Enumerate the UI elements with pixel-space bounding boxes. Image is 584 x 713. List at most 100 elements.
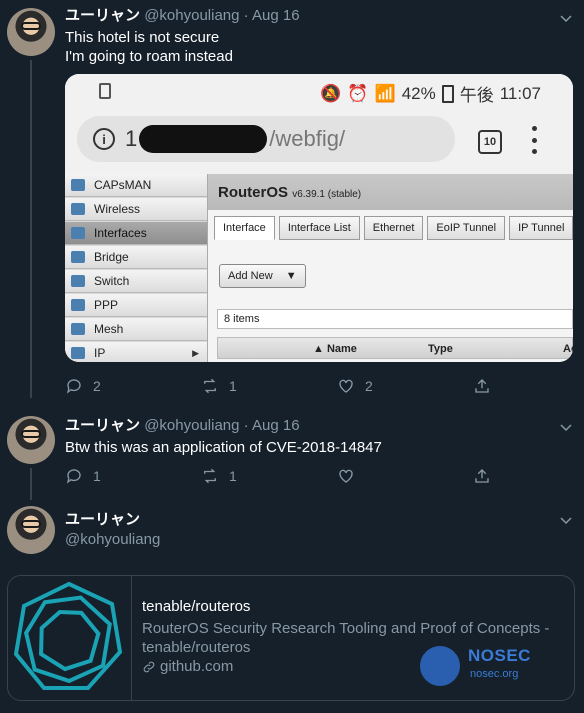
thread-line <box>30 468 32 500</box>
tweet-actions: 1 1 <box>65 467 584 485</box>
url-prefix: 1 <box>125 126 138 151</box>
retweet-icon <box>204 468 216 484</box>
battery-percent: 42% <box>401 83 436 103</box>
column-name[interactable]: ▲ Name <box>313 343 357 355</box>
wifi-icon: 📶 <box>374 83 396 103</box>
avatar[interactable] <box>7 416 55 464</box>
avatar[interactable] <box>7 506 55 554</box>
wireless-icon <box>71 203 85 215</box>
card-domain-text: github.com <box>160 658 234 675</box>
watermark-title: NOSEC <box>468 646 531 665</box>
sidebar-item-ppp[interactable]: PPP <box>65 294 207 317</box>
card-image <box>8 576 132 700</box>
retweet-icon <box>204 378 216 394</box>
capsman-icon <box>71 179 85 191</box>
battery-icon <box>441 84 454 103</box>
app-title: RouterOS <box>218 184 289 201</box>
share-button[interactable] <box>473 467 584 485</box>
screenshot-notification-icon <box>99 83 111 99</box>
tab-eoip-tunnel[interactable]: EoIP Tunnel <box>427 216 506 240</box>
browser-toolbar: i 1 /webfig/ 10 <box>65 108 573 174</box>
tweet-header: ユーリャン @kohyouliang · Aug 16 <box>65 6 300 26</box>
submenu-arrow-icon: ▶ <box>192 347 199 358</box>
bridge-icon <box>71 251 85 263</box>
tweet-text-line: This hotel is not secure <box>65 29 220 46</box>
display-name[interactable]: ユーリャン <box>65 7 140 24</box>
switch-icon <box>71 275 85 287</box>
routeros-header: RouterOS v6.39.1 (stable) <box>208 174 573 210</box>
more-menu-icon[interactable] <box>531 126 537 154</box>
sidebar-item-switch[interactable]: Switch <box>65 270 207 293</box>
retweet-count: 1 <box>229 468 237 484</box>
display-name[interactable]: ユーリャン <box>65 510 160 530</box>
sidebar-item-mesh[interactable]: Mesh <box>65 318 207 341</box>
sidebar-item-label: Mesh <box>94 322 124 336</box>
sidebar-item-interfaces[interactable]: Interfaces <box>65 222 207 245</box>
like-count: 2 <box>365 378 373 394</box>
column-actual[interactable]: Ac <box>563 343 573 355</box>
ppp-icon <box>71 299 85 311</box>
avatar[interactable] <box>7 8 55 56</box>
chevron-down-icon[interactable] <box>560 514 572 526</box>
redaction-block <box>139 125 268 153</box>
tweet-text: Btw this was an application of CVE-2018-… <box>65 439 382 456</box>
retweet-button[interactable]: 1 <box>201 377 337 395</box>
chevron-down-icon[interactable] <box>560 12 572 24</box>
card-title: tenable/routeros <box>142 598 251 615</box>
items-count: 8 items <box>217 309 573 329</box>
info-icon[interactable]: i <box>93 128 115 150</box>
interfaces-icon <box>71 227 85 239</box>
watermark-domain: nosec.org <box>470 668 519 680</box>
status-bar: 🔕 ⏰ 📶 42% 午後 11:07 <box>65 74 573 108</box>
sidebar-item-label: CAPsMAN <box>94 178 152 192</box>
time-prefix: 午後 <box>459 86 494 105</box>
address-bar[interactable]: i 1 /webfig/ <box>77 116 455 162</box>
card-domain: github.com <box>142 658 233 675</box>
reply-button[interactable]: 1 <box>65 467 201 485</box>
column-type[interactable]: Type <box>428 343 453 355</box>
tab-interface[interactable]: Interface <box>214 216 275 240</box>
retweet-button[interactable]: 1 <box>201 467 337 485</box>
share-button[interactable] <box>473 377 584 395</box>
share-icon <box>475 379 489 393</box>
heart-icon <box>339 469 353 483</box>
handle[interactable]: @kohyouliang <box>65 530 160 550</box>
tweet-date[interactable]: Aug 16 <box>252 417 300 434</box>
url-path: /webfig/ <box>269 126 346 151</box>
share-icon <box>475 469 489 483</box>
app-version: v6.39.1 (stable) <box>292 189 362 200</box>
attached-screenshot[interactable]: 🔕 ⏰ 📶 42% 午後 11:07 i 1 /webfig/ 10 CAPsM… <box>65 74 573 362</box>
sidebar-item-wireless[interactable]: Wireless <box>65 198 207 221</box>
link-card[interactable]: tenable/routeros RouterOS Security Resea… <box>7 575 575 701</box>
sidebar-item-ip[interactable]: IP ▶ <box>65 342 207 362</box>
like-button[interactable] <box>337 467 473 485</box>
tab-interface-list[interactable]: Interface List <box>278 216 360 240</box>
tenable-logo-icon <box>13 581 123 690</box>
mute-icon: 🔕 <box>320 83 342 103</box>
handle[interactable]: @kohyouliang <box>144 7 239 24</box>
sidebar-item-bridge[interactable]: Bridge <box>65 246 207 269</box>
sidebar-item-capsman[interactable]: CAPsMAN <box>65 174 207 197</box>
like-button[interactable]: 2 <box>337 377 473 395</box>
url-text: 1 /webfig/ <box>125 125 345 153</box>
tab-ethernet[interactable]: Ethernet <box>363 216 424 240</box>
tweet-date[interactable]: Aug 16 <box>252 7 300 24</box>
dropdown-arrow-icon: ▼ <box>285 270 297 282</box>
add-new-button[interactable]: Add New ▼ <box>219 264 306 288</box>
alarm-icon: ⏰ <box>347 83 369 103</box>
reply-count: 2 <box>93 378 101 394</box>
tab-ip-tunnel[interactable]: IP Tunnel <box>509 216 573 240</box>
sidebar-item-label: Interfaces <box>94 226 147 240</box>
tweet-actions: 2 1 2 <box>65 377 584 395</box>
separator: · <box>243 417 249 434</box>
reply-button[interactable]: 2 <box>65 377 201 395</box>
tab-count-icon[interactable]: 10 <box>478 130 502 154</box>
sidebar-item-label: Wireless <box>94 202 141 216</box>
retweet-count: 1 <box>229 378 237 394</box>
link-icon <box>143 661 155 672</box>
handle[interactable]: @kohyouliang <box>144 417 239 434</box>
display-name[interactable]: ユーリャン <box>65 417 140 434</box>
tweet-header: ユーリャン @kohyouliang · Aug 16 <box>65 416 300 436</box>
tweet-text-line: I'm going to roam instead <box>65 48 233 65</box>
chevron-down-icon[interactable] <box>560 421 572 433</box>
